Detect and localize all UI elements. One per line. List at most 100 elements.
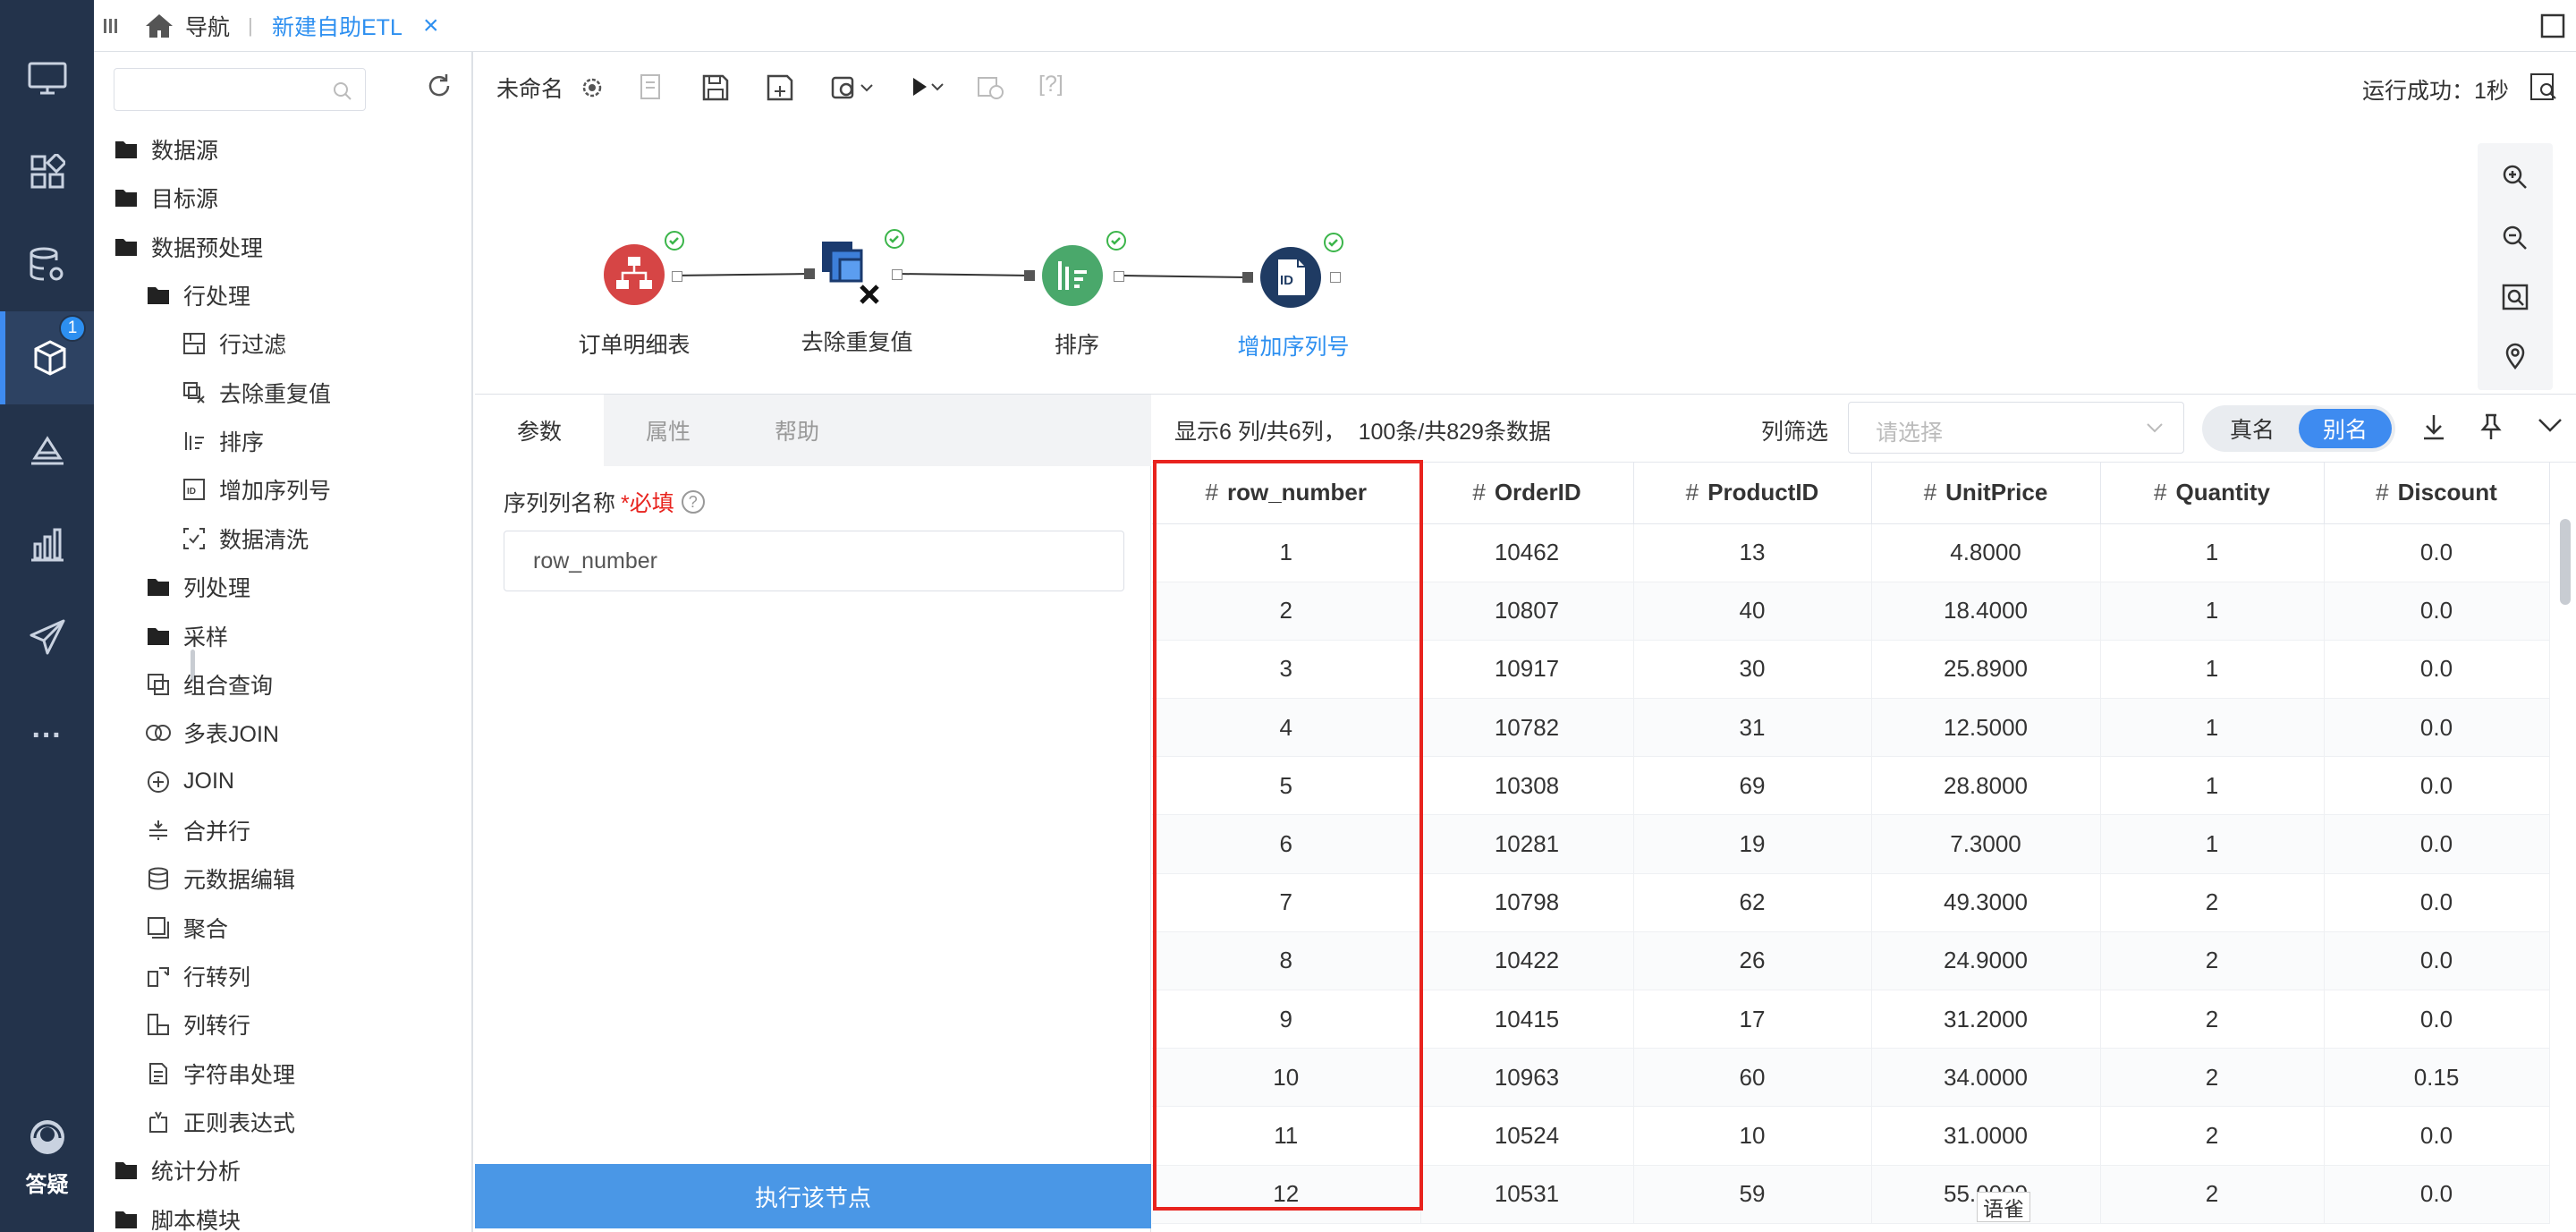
column-filter-select[interactable]: 请选择: [1848, 402, 2184, 454]
col-to-row-icon: [146, 1012, 171, 1037]
search-input[interactable]: [114, 68, 366, 111]
tree-item[interactable]: 采样: [146, 612, 228, 660]
toggle-alias-name[interactable]: 别名: [2299, 409, 2392, 448]
tree-item[interactable]: 正则表达式: [146, 1098, 295, 1146]
sequence-column-input[interactable]: row_number: [504, 531, 1124, 591]
save-icon[interactable]: [701, 73, 730, 102]
menu-toggle-icon[interactable]: [103, 0, 119, 52]
pin-icon[interactable]: [2479, 412, 2504, 441]
input-port[interactable]: [1024, 270, 1035, 281]
flow-canvas[interactable]: 订单明细表 去除重复值 排序 ID 增加序列号: [475, 123, 2576, 394]
top-bar: 导航 | 新建自助ETL ×: [94, 0, 2576, 52]
input-port[interactable]: [804, 268, 815, 279]
tree-item[interactable]: 聚合: [146, 904, 228, 952]
zoom-out-icon[interactable]: [2494, 217, 2537, 259]
tree-item[interactable]: 列转行: [146, 1000, 250, 1049]
run-node-button[interactable]: 执行该节点: [475, 1164, 1151, 1228]
tree-item[interactable]: 行过滤: [182, 319, 286, 368]
save-as-icon[interactable]: [766, 73, 794, 102]
name-toggle[interactable]: 真名 别名: [2202, 405, 2395, 452]
tab-properties[interactable]: 属性: [604, 395, 733, 466]
output-port[interactable]: [672, 271, 682, 282]
tree-item[interactable]: 统计分析: [114, 1146, 241, 1194]
column-header[interactable]: # Quantity: [2100, 463, 2325, 524]
more-icon[interactable]: ···: [0, 689, 94, 782]
tab-params[interactable]: 参数: [475, 395, 604, 466]
output-port[interactable]: [1114, 271, 1124, 282]
tree-item-label: 组合查询: [183, 673, 274, 699]
tree-item[interactable]: 行处理: [146, 271, 250, 319]
column-header[interactable]: # row_number: [1152, 463, 1421, 524]
tree-item[interactable]: 脚本模块: [114, 1195, 241, 1232]
toggle-real-name[interactable]: 真名: [2206, 409, 2299, 448]
download-icon[interactable]: [2421, 412, 2446, 441]
tree-item[interactable]: 数据清洗: [182, 514, 309, 563]
settings-icon[interactable]: [580, 75, 605, 100]
table-cell: 10281: [1420, 814, 1634, 874]
table-cell: 60: [1633, 1048, 1872, 1108]
column-header[interactable]: # OrderID: [1420, 463, 1634, 524]
run-dropdown[interactable]: [908, 73, 944, 100]
run-settings-dropdown[interactable]: [830, 73, 873, 102]
tree-item[interactable]: 元数据编辑: [146, 854, 295, 903]
fit-view-icon[interactable]: [2494, 276, 2537, 319]
column-header[interactable]: # UnitPrice: [1871, 463, 2101, 524]
flow-node-order-detail[interactable]: [602, 242, 666, 307]
flow-node-serial-number[interactable]: ID: [1258, 245, 1323, 310]
tree-item[interactable]: 字符串处理: [146, 1049, 295, 1098]
tree-item[interactable]: 多表JOIN: [146, 709, 279, 757]
monitor-icon[interactable]: [0, 32, 94, 125]
zoom-in-icon[interactable]: [2494, 156, 2537, 199]
tree-item[interactable]: 排序: [182, 417, 264, 465]
grid-scrollbar[interactable]: [2560, 519, 2571, 605]
table-cell: 13: [1633, 523, 1872, 582]
tree-item[interactable]: 合并行: [146, 806, 250, 854]
tab-new-etl[interactable]: 新建自助ETL: [272, 0, 402, 52]
etl-name[interactable]: 未命名: [496, 72, 564, 104]
tree-item[interactable]: 列处理: [146, 563, 250, 611]
tree-item[interactable]: 数据预处理: [114, 223, 263, 271]
svg-text:ID: ID: [1280, 273, 1293, 288]
info-doc-icon[interactable]: [638, 73, 665, 102]
dashboard-icon[interactable]: [0, 404, 94, 497]
maximize-icon[interactable]: [2540, 0, 2565, 52]
tree-item-label: 列处理: [183, 576, 251, 602]
tree-item[interactable]: JOIN: [146, 758, 234, 806]
help-qa[interactable]: 答疑: [0, 1117, 94, 1215]
input-port[interactable]: [1242, 272, 1253, 283]
schedule-icon[interactable]: [976, 73, 1006, 102]
close-tab-icon[interactable]: ×: [423, 0, 439, 52]
app-window: 1 ··· 答疑 导航 | 新建自助ETL × 数据源 目标源 数据预处理 行处…: [0, 0, 2576, 1232]
tab-help[interactable]: 帮助: [733, 395, 861, 466]
table-cell: 10: [1152, 1048, 1421, 1108]
chart-icon[interactable]: [0, 497, 94, 591]
tree-item-label: 多表JOIN: [183, 722, 279, 748]
database-settings-icon[interactable]: [0, 218, 94, 311]
send-icon[interactable]: [0, 591, 94, 684]
tree-item-label: 合并行: [183, 819, 251, 845]
notification-badge: 1: [59, 315, 86, 342]
tree-item[interactable]: ID 增加序列号: [182, 465, 331, 514]
table-cell: 10422: [1420, 931, 1634, 991]
collapse-chevron-icon[interactable]: [2537, 416, 2563, 434]
locate-icon[interactable]: [2494, 335, 2537, 378]
field-label: 序列列名称: [504, 491, 616, 516]
tree-item[interactable]: 目标源: [114, 174, 218, 222]
help-brackets[interactable]: [?]: [1038, 72, 1063, 98]
tree-item[interactable]: 数据源: [114, 125, 218, 174]
chevron-down-icon: [2147, 423, 2163, 433]
flow-node-dedupe[interactable]: [818, 238, 886, 308]
tree-item[interactable]: 去除重复值: [182, 369, 331, 417]
flow-node-sort[interactable]: [1040, 243, 1105, 308]
column-header[interactable]: # ProductID: [1633, 463, 1872, 524]
tree-item[interactable]: 组合查询: [146, 660, 273, 709]
column-header[interactable]: # Discount: [2324, 463, 2550, 524]
output-port[interactable]: [1330, 272, 1341, 283]
tree-item[interactable]: 行转列: [146, 952, 250, 1000]
log-search-icon[interactable]: [2529, 72, 2559, 102]
output-port[interactable]: [892, 269, 902, 280]
help-circle-icon[interactable]: ?: [681, 490, 705, 514]
refresh-icon[interactable]: [425, 72, 453, 100]
widgets-icon[interactable]: [0, 125, 94, 218]
home-tab[interactable]: 导航: [144, 0, 230, 52]
